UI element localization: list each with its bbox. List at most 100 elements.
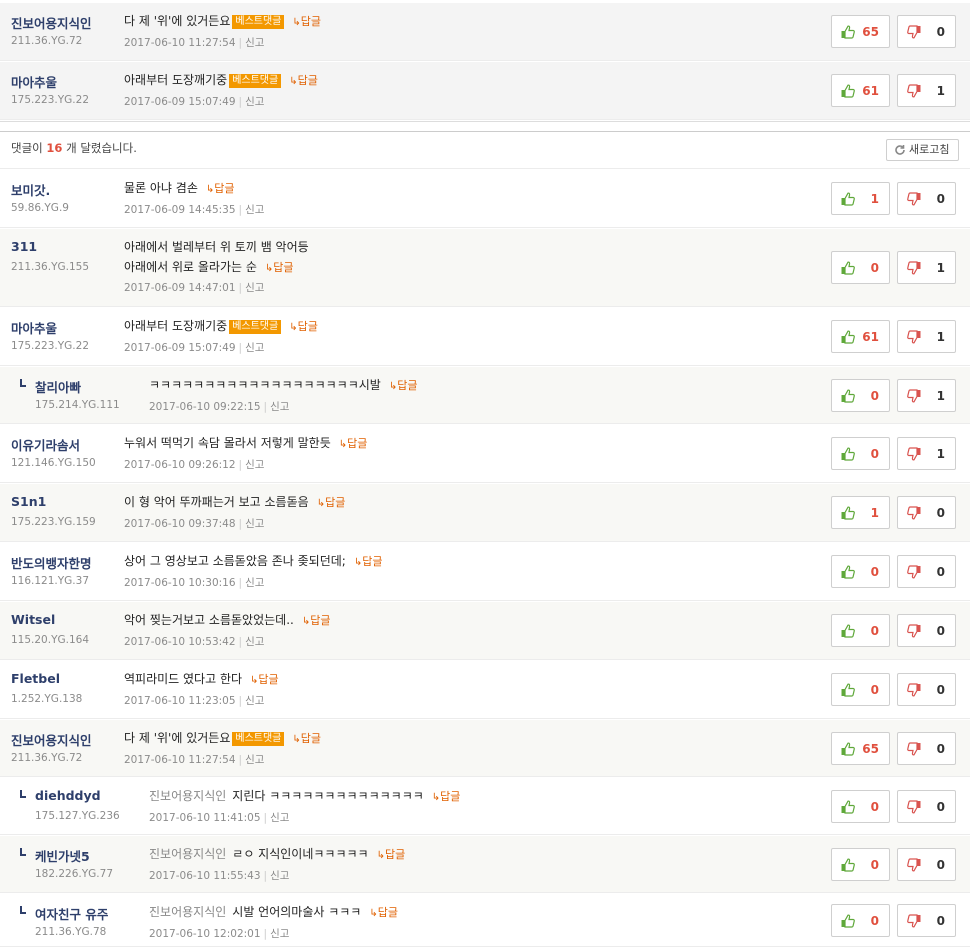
thumbs-up-icon xyxy=(840,799,856,815)
downvote-button[interactable]: 0 xyxy=(897,496,956,529)
upvote-count: 61 xyxy=(862,330,879,344)
upvote-button[interactable]: 65 xyxy=(831,15,890,48)
report-link[interactable]: 신고 xyxy=(245,754,264,766)
report-link[interactable]: 신고 xyxy=(245,518,264,530)
mentioned-user[interactable]: 진보어용지식인 xyxy=(149,905,226,919)
downvote-button[interactable]: 1 xyxy=(897,74,956,107)
downvote-button[interactable]: 0 xyxy=(897,555,956,588)
author-nickname[interactable]: 진보어용지식인 xyxy=(11,730,92,749)
reply-link[interactable]: ↳답글 xyxy=(302,614,331,627)
reply-link-label: 답글 xyxy=(214,182,235,195)
mentioned-user[interactable]: 진보어용지식인 xyxy=(149,789,226,803)
downvote-button[interactable]: 0 xyxy=(897,904,956,937)
report-link[interactable]: 신고 xyxy=(270,870,289,882)
thumbs-up-icon xyxy=(840,505,856,521)
upvote-button[interactable]: 0 xyxy=(831,555,890,588)
downvote-count: 0 xyxy=(936,506,945,520)
comment-meta: 2017-06-10 10:30:16 | 신고 xyxy=(124,575,264,590)
reply-link[interactable]: ↳답글 xyxy=(369,906,398,919)
downvote-button[interactable]: 0 xyxy=(897,790,956,823)
author-nickname[interactable]: Witsel xyxy=(11,612,55,627)
comment-body: 아래부터 도장깨기중 xyxy=(124,319,228,333)
author-nickname[interactable]: 마아추울 xyxy=(11,318,57,337)
author-nickname[interactable]: diehddyd xyxy=(35,788,101,803)
reply-link[interactable]: ↳답글 xyxy=(250,673,279,686)
author-nickname[interactable]: 반도의뱅자한명 xyxy=(11,553,92,572)
upvote-button[interactable]: 1 xyxy=(831,182,890,215)
report-link[interactable]: 신고 xyxy=(245,282,264,294)
author-nickname[interactable]: 찰리아빠 xyxy=(35,377,81,396)
downvote-button[interactable]: 1 xyxy=(897,320,956,353)
author-nickname[interactable]: 여자친구 유주 xyxy=(35,904,108,923)
downvote-button[interactable]: 0 xyxy=(897,848,956,881)
thumbs-down-icon xyxy=(906,260,922,276)
meta-separator: | xyxy=(263,401,268,413)
refresh-button[interactable]: 새로고침 xyxy=(886,139,959,161)
report-link[interactable]: 신고 xyxy=(245,459,264,471)
upvote-button[interactable]: 65 xyxy=(831,732,890,765)
upvote-button[interactable]: 0 xyxy=(831,379,890,412)
downvote-button[interactable]: 1 xyxy=(897,379,956,412)
comment-text: ㅋㅋㅋㅋㅋㅋㅋㅋㅋㅋㅋㅋㅋㅋㅋㅋㅋㅋㅋ시발 ↳답글 xyxy=(149,375,417,397)
reply-link[interactable]: ↳답글 xyxy=(265,261,294,274)
upvote-count: 0 xyxy=(870,565,879,579)
reply-link[interactable]: ↳답글 xyxy=(354,555,383,568)
report-link[interactable]: 신고 xyxy=(245,342,264,354)
thumbs-up-icon xyxy=(840,682,856,698)
report-link[interactable]: 신고 xyxy=(245,96,264,108)
reply-link[interactable]: ↳답글 xyxy=(389,379,418,392)
upvote-button[interactable]: 0 xyxy=(831,673,890,706)
author-nickname[interactable]: 마아추울 xyxy=(11,72,57,91)
reply-link[interactable]: ↳답글 xyxy=(206,182,235,195)
upvote-button[interactable]: 61 xyxy=(831,320,890,353)
report-link[interactable]: 신고 xyxy=(245,204,264,216)
author-nickname[interactable]: 케빈가넷5 xyxy=(35,846,90,865)
report-link[interactable]: 신고 xyxy=(245,695,264,707)
upvote-button[interactable]: 61 xyxy=(831,74,890,107)
upvote-button[interactable]: 0 xyxy=(831,251,890,284)
downvote-button[interactable]: 0 xyxy=(897,614,956,647)
comment-meta: 2017-06-10 10:53:42 | 신고 xyxy=(124,634,264,649)
report-link[interactable]: 신고 xyxy=(245,37,264,49)
author-nickname[interactable]: S1n1 xyxy=(11,494,46,509)
downvote-count: 0 xyxy=(936,858,945,872)
comment-date: 2017-06-10 10:53:42 xyxy=(124,636,236,648)
report-link[interactable]: 신고 xyxy=(270,928,289,940)
upvote-button[interactable]: 0 xyxy=(831,848,890,881)
reply-link[interactable]: ↳답글 xyxy=(289,320,318,333)
reply-link[interactable]: ↳답글 xyxy=(289,74,318,87)
reply-link[interactable]: ↳답글 xyxy=(317,496,346,509)
report-link[interactable]: 신고 xyxy=(245,577,264,589)
mentioned-user[interactable]: 진보어용지식인 xyxy=(149,847,226,861)
meta-separator: | xyxy=(238,96,243,108)
author-nickname[interactable]: Fletbel xyxy=(11,671,60,686)
report-link[interactable]: 신고 xyxy=(270,812,289,824)
author-nickname[interactable]: 보미갓. xyxy=(11,180,50,199)
upvote-button[interactable]: 1 xyxy=(831,496,890,529)
upvote-button[interactable]: 0 xyxy=(831,790,890,823)
reply-arrow-icon: ↳ xyxy=(292,734,301,745)
upvote-button[interactable]: 0 xyxy=(831,904,890,937)
reply-link[interactable]: ↳답글 xyxy=(377,848,406,861)
author-nickname[interactable]: 진보어용지식인 xyxy=(11,13,92,32)
reply-link[interactable]: ↳답글 xyxy=(339,437,368,450)
comment-meta: 2017-06-10 11:23:05 | 신고 xyxy=(124,693,264,708)
comment-count-bar: 댓글이 16 개 달렸습니다. 새로고침 xyxy=(0,131,970,169)
downvote-button[interactable]: 1 xyxy=(897,437,956,470)
downvote-button[interactable]: 0 xyxy=(897,732,956,765)
upvote-button[interactable]: 0 xyxy=(831,437,890,470)
report-link[interactable]: 신고 xyxy=(270,401,289,413)
downvote-button[interactable]: 0 xyxy=(897,182,956,215)
reply-link[interactable]: ↳답글 xyxy=(292,732,321,745)
reply-link[interactable]: ↳답글 xyxy=(292,15,321,28)
comment-row: S1n1 175.223.YG.159 이 형 악어 뚜까패는거 보고 소름돋음 ↳답… xyxy=(0,484,970,542)
author-nickname[interactable]: 이유기라솜서 xyxy=(11,435,80,454)
downvote-button[interactable]: 0 xyxy=(897,15,956,48)
downvote-button[interactable]: 1 xyxy=(897,251,956,284)
downvote-button[interactable]: 0 xyxy=(897,673,956,706)
author-nickname[interactable]: 311 xyxy=(11,239,37,254)
reply-link[interactable]: ↳답글 xyxy=(432,790,461,803)
comment-row: 반도의뱅자한명 116.121.YG.37 상어 그 영상보고 소름돋았음 존나 좆… xyxy=(0,543,970,601)
report-link[interactable]: 신고 xyxy=(245,636,264,648)
upvote-button[interactable]: 0 xyxy=(831,614,890,647)
